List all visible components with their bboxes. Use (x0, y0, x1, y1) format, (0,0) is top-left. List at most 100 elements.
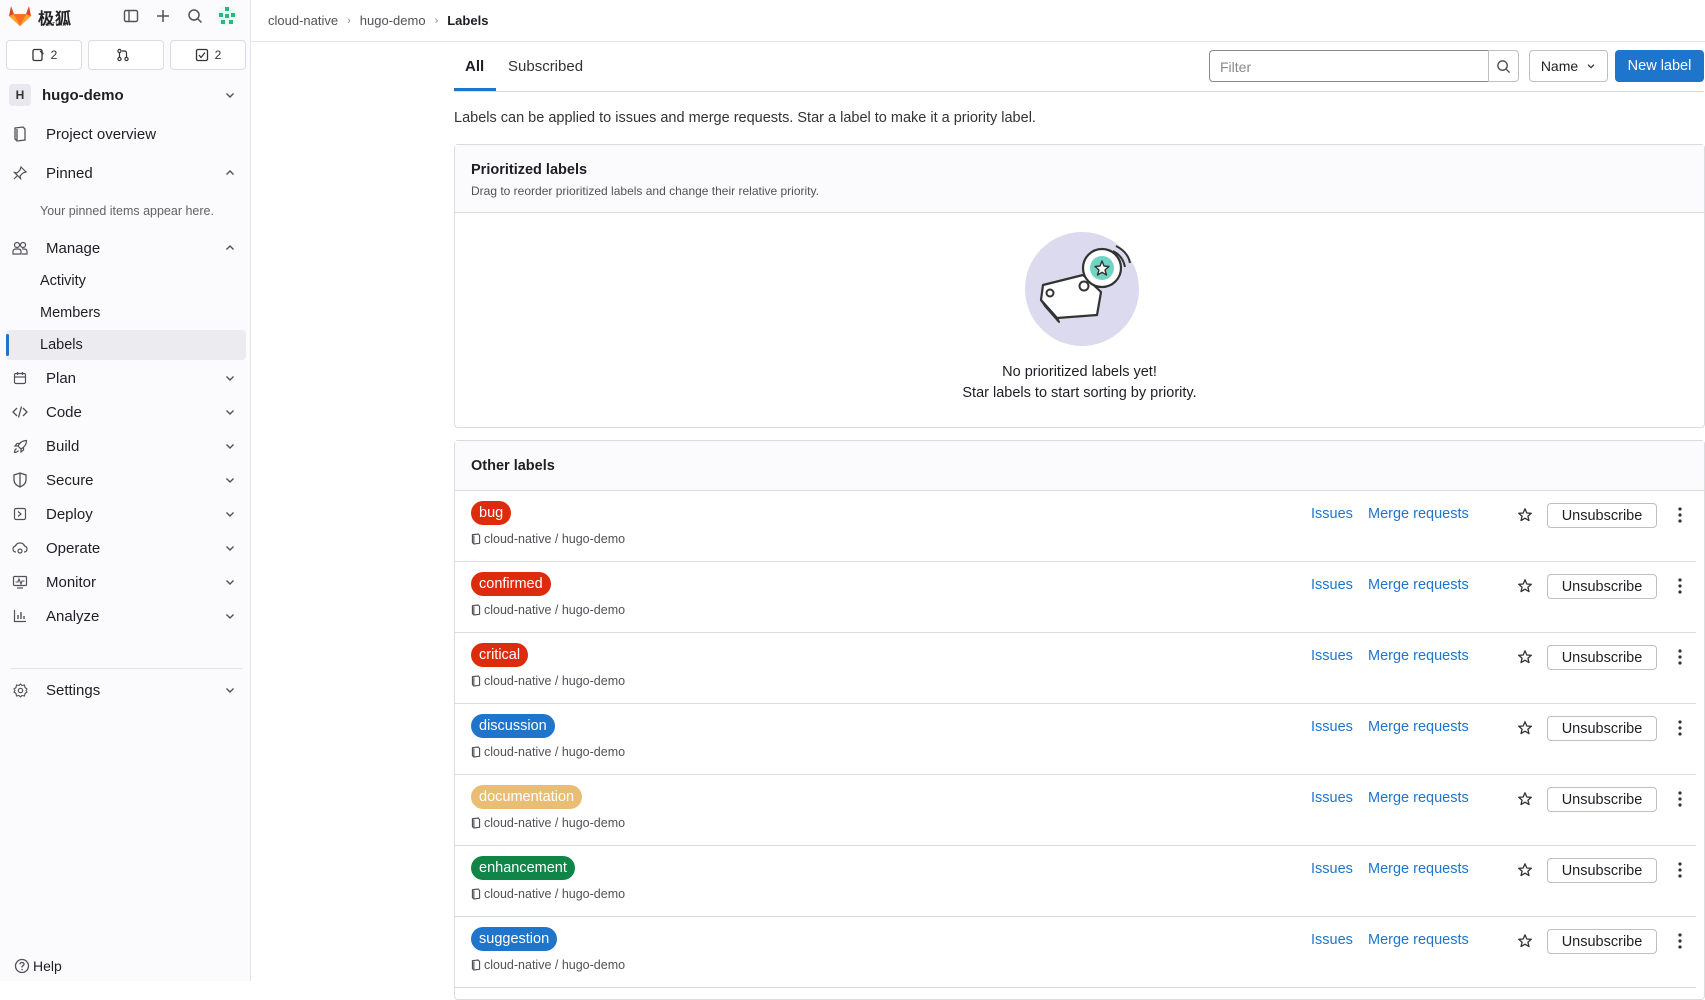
label-issues-link[interactable]: Issues (1311, 577, 1353, 593)
label-pill[interactable]: enhancement (471, 856, 575, 880)
star-icon[interactable] (1517, 507, 1533, 523)
nav-plan[interactable]: Plan (6, 362, 246, 394)
nav-activity[interactable]: Activity (6, 266, 246, 296)
tab-subscribed[interactable]: Subscribed (508, 58, 583, 75)
label-issues-link[interactable]: Issues (1311, 506, 1353, 522)
label-merge-requests-link[interactable]: Merge requests (1368, 719, 1469, 735)
tab-all[interactable]: All (465, 58, 484, 75)
star-icon[interactable] (1517, 649, 1533, 665)
nav-labels[interactable]: Labels (6, 330, 246, 360)
more-actions-icon[interactable] (1673, 575, 1687, 597)
label-issues-link[interactable]: Issues (1311, 861, 1353, 877)
sidebar-divider (10, 668, 242, 669)
nav-label: Project overview (46, 125, 157, 143)
more-actions-icon[interactable] (1673, 504, 1687, 526)
label-issues-link[interactable]: Issues (1311, 790, 1353, 806)
project-icon (12, 126, 28, 142)
more-actions-icon[interactable] (1673, 930, 1687, 952)
breadcrumb-group[interactable]: cloud-native (268, 13, 338, 28)
other-labels-header: Other labels (455, 441, 1704, 491)
todos-count: 2 (214, 48, 222, 62)
filter-search-button[interactable] (1488, 50, 1519, 82)
help-icon (14, 958, 30, 974)
label-issues-link[interactable]: Issues (1311, 719, 1353, 735)
nav-manage[interactable]: Manage (6, 232, 246, 264)
nav-members[interactable]: Members (6, 298, 246, 328)
help-button[interactable]: Help (14, 958, 62, 974)
shield-icon (12, 472, 28, 488)
label-row: enhancement cloud-native / hugo-demo Iss… (455, 845, 1696, 917)
more-actions-icon[interactable] (1673, 859, 1687, 881)
todos-counter-button[interactable]: 2 (170, 40, 246, 70)
star-icon[interactable] (1517, 720, 1533, 736)
label-path-text: cloud-native / hugo-demo (484, 674, 626, 688)
label-row: confirmed cloud-native / hugo-demo Issue… (455, 561, 1696, 633)
plus-icon[interactable] (152, 5, 174, 27)
merge-request-icon (117, 48, 129, 62)
nav-build[interactable]: Build (6, 430, 246, 462)
user-avatar-icon[interactable] (216, 5, 238, 27)
label-pill[interactable]: critical (471, 643, 529, 667)
more-actions-icon[interactable] (1673, 788, 1687, 810)
gitlab-logo-icon[interactable] (7, 3, 33, 27)
nav-operate[interactable]: Operate (6, 532, 246, 564)
unsubscribe-button[interactable]: Unsubscribe (1547, 503, 1657, 528)
more-actions-icon[interactable] (1673, 646, 1687, 668)
more-actions-icon[interactable] (1673, 717, 1687, 739)
calendar-icon (12, 370, 28, 386)
project-icon (471, 817, 481, 829)
nav-pinned[interactable]: Pinned (6, 157, 246, 189)
label-path-text: cloud-native / hugo-demo (484, 603, 626, 617)
label-merge-requests-link[interactable]: Merge requests (1368, 861, 1469, 877)
label-merge-requests-link[interactable]: Merge requests (1368, 790, 1469, 806)
label-pill[interactable]: bug (471, 501, 512, 525)
nav-monitor[interactable]: Monitor (6, 566, 246, 598)
sidebar-toggle-icon[interactable] (120, 5, 142, 27)
filter-input[interactable]: Filter (1209, 50, 1489, 82)
prioritized-labels-card: Prioritized labels Drag to reorder prior… (454, 144, 1705, 428)
nav-analyze[interactable]: Analyze (6, 600, 246, 632)
star-icon[interactable] (1517, 578, 1533, 594)
label-pill[interactable]: suggestion (471, 927, 558, 951)
new-label-button[interactable]: New label (1615, 50, 1704, 82)
nav-secure[interactable]: Secure (6, 464, 246, 496)
merge-requests-counter-button[interactable] (88, 40, 164, 70)
star-icon[interactable] (1517, 933, 1533, 949)
chevron-down-icon (226, 478, 234, 483)
project-switcher[interactable]: H hugo-demo (6, 79, 246, 111)
label-path: cloud-native / hugo-demo (471, 887, 625, 901)
star-icon[interactable] (1517, 862, 1533, 878)
label-pill[interactable]: confirmed (471, 572, 551, 596)
unsubscribe-button[interactable]: Unsubscribe (1547, 574, 1657, 599)
label-path: cloud-native / hugo-demo (471, 745, 625, 759)
unsubscribe-button[interactable]: Unsubscribe (1547, 929, 1657, 954)
search-icon[interactable] (184, 5, 206, 27)
label-pill[interactable]: documentation (471, 785, 583, 809)
labels-description: Labels can be applied to issues and merg… (454, 110, 1036, 126)
nav-settings[interactable]: Settings (6, 674, 246, 706)
nav-deploy[interactable]: Deploy (6, 498, 246, 530)
code-icon (12, 404, 28, 420)
unsubscribe-button[interactable]: Unsubscribe (1547, 787, 1657, 812)
nav-project-overview[interactable]: Project overview (6, 118, 246, 150)
nav-code[interactable]: Code (6, 396, 246, 428)
unsubscribe-button[interactable]: Unsubscribe (1547, 645, 1657, 670)
project-icon (471, 888, 481, 900)
star-icon[interactable] (1517, 791, 1533, 807)
label-merge-requests-link[interactable]: Merge requests (1368, 506, 1469, 522)
project-icon (471, 746, 481, 758)
label-issues-link[interactable]: Issues (1311, 932, 1353, 948)
breadcrumb-project[interactable]: hugo-demo (360, 13, 426, 28)
breadcrumb-current[interactable]: Labels (447, 13, 488, 28)
label-pill[interactable]: discussion (471, 714, 555, 738)
breadcrumb: cloud-native › hugo-demo › Labels (251, 0, 1705, 42)
label-merge-requests-link[interactable]: Merge requests (1368, 932, 1469, 948)
label-merge-requests-link[interactable]: Merge requests (1368, 648, 1469, 664)
label-merge-requests-link[interactable]: Merge requests (1368, 577, 1469, 593)
unsubscribe-button[interactable]: Unsubscribe (1547, 716, 1657, 741)
sort-dropdown[interactable]: Name (1529, 50, 1608, 82)
unsubscribe-button[interactable]: Unsubscribe (1547, 858, 1657, 883)
issues-counter-button[interactable]: 2 (6, 40, 82, 70)
label-issues-link[interactable]: Issues (1311, 648, 1353, 664)
prioritized-labels-subtitle: Drag to reorder prioritized labels and c… (471, 184, 819, 198)
